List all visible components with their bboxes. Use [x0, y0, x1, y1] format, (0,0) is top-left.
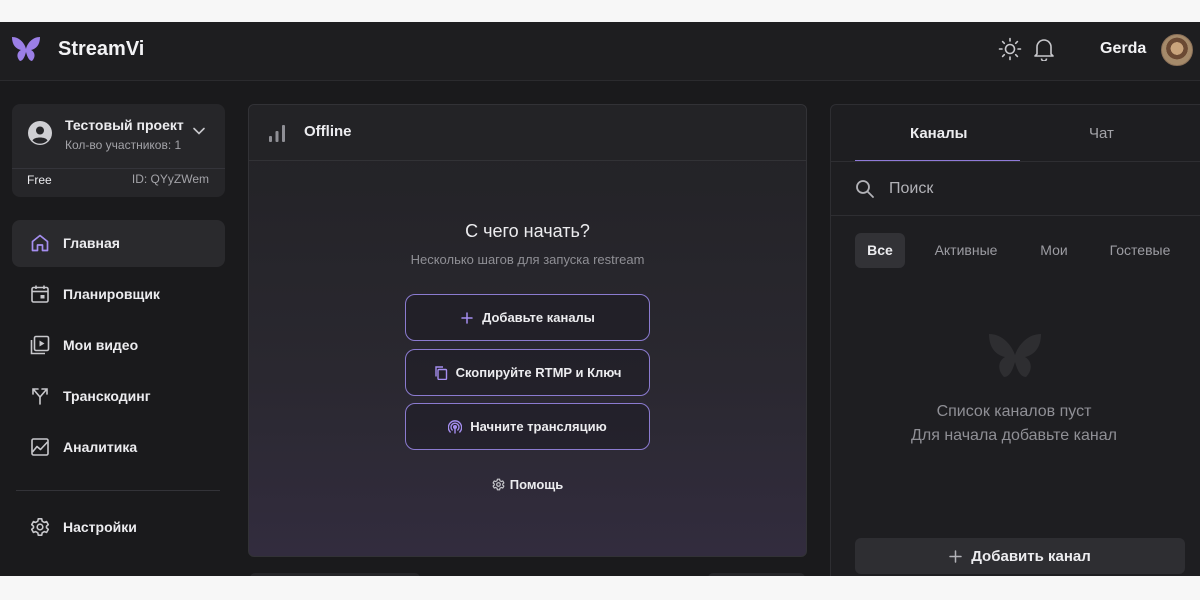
stream-status: Offline	[304, 123, 352, 140]
add-channel-button[interactable]: Добавить канал	[855, 538, 1185, 574]
lower-card-peek	[250, 573, 420, 576]
chart-icon	[31, 438, 49, 456]
plus-icon	[949, 549, 962, 563]
sidebar-item-transcoding[interactable]: Транскодинг	[12, 373, 225, 420]
sidebar-item-settings[interactable]: Настройки	[12, 504, 225, 551]
sidebar-item-label: Главная	[63, 235, 120, 251]
copy-icon	[434, 365, 447, 380]
plus-icon	[461, 311, 473, 324]
gear-icon	[30, 518, 50, 536]
sidebar-item-label: Аналитика	[63, 439, 138, 455]
sidebar-item-label: Транскодинг	[63, 388, 151, 404]
divider	[12, 168, 225, 169]
project-selector[interactable]: Тестовый проект Кол-во участников: 1 Fre…	[12, 104, 225, 197]
project-members-count: Кол-во участников: 1	[65, 138, 182, 152]
brand-name[interactable]: StreamVi	[58, 38, 144, 61]
top-bar: StreamVi Gerda	[0, 22, 1200, 81]
get-started-title: С чего начать?	[465, 221, 590, 241]
app-window: StreamVi Gerda Тестовый проект Кол-во уч…	[0, 22, 1200, 576]
user-avatar[interactable]	[1161, 34, 1193, 66]
project-id: ID: QYyZWem	[131, 172, 209, 186]
get-started-subtitle: Несколько шагов для запуска restream	[410, 252, 645, 267]
plan-badge: Free	[27, 173, 52, 187]
add-channel-label: Добавить канал	[971, 547, 1091, 565]
channels-panel: Каналы Чат Все Активные Мои Гостевые Спи…	[830, 104, 1200, 576]
help-link[interactable]: Помощь	[249, 477, 806, 492]
filter-guest[interactable]: Гостевые	[1107, 233, 1173, 268]
sidebar-item-my-videos[interactable]: Мои видео	[12, 322, 225, 369]
add-channels-label: Добавьте каналы	[482, 310, 595, 325]
copy-rtmp-key-button[interactable]: Скопируйте RTMP и Ключ	[405, 349, 650, 396]
sidebar-item-label: Мои видео	[63, 337, 139, 353]
copy-rtmp-key-label: Скопируйте RTMP и Ключ	[455, 365, 622, 380]
butterfly-logo-icon[interactable]	[10, 35, 42, 63]
home-icon	[31, 234, 49, 252]
divider	[831, 215, 1200, 216]
notifications-bell-icon[interactable]	[1033, 37, 1055, 61]
add-channels-button[interactable]: Добавьте каналы	[405, 294, 650, 341]
video-library-icon	[30, 335, 50, 355]
divider	[831, 161, 1200, 162]
lower-card-peek	[708, 573, 805, 576]
tab-channels[interactable]: Каналы	[910, 125, 967, 142]
channel-search-input[interactable]	[889, 177, 1189, 201]
chevron-down-icon[interactable]	[192, 124, 206, 138]
sidebar-item-scheduler[interactable]: Планировщик	[12, 271, 225, 318]
start-broadcast-label: Начните трансляцию	[470, 419, 607, 434]
sidebar-item-home[interactable]: Главная	[12, 220, 225, 267]
filter-all[interactable]: Все	[855, 233, 905, 268]
broadcast-icon	[448, 419, 463, 434]
empty-state-title: Список каналов пуст	[936, 403, 1092, 420]
signal-bars-icon	[269, 125, 285, 142]
filter-mine[interactable]: Мои	[1034, 233, 1074, 268]
stream-setup-panel: Offline С чего начать? Несколько шагов д…	[248, 104, 807, 557]
calendar-icon	[31, 285, 49, 303]
sidebar-item-label: Настройки	[63, 519, 137, 535]
sidebar-divider	[16, 490, 220, 491]
theme-toggle-sun-icon[interactable]	[998, 37, 1022, 61]
search-icon	[856, 180, 874, 198]
fork-icon	[32, 388, 48, 405]
tab-chat[interactable]: Чат	[1089, 125, 1114, 142]
filter-active[interactable]: Активные	[929, 233, 1003, 268]
empty-state-hint: Для начала добавьте канал	[911, 427, 1117, 444]
start-broadcast-button[interactable]: Начните трансляцию	[405, 403, 650, 450]
sidebar-item-label: Планировщик	[63, 286, 160, 302]
help-label: Помощь	[509, 477, 564, 492]
username[interactable]: Gerda	[1100, 40, 1146, 58]
sidebar-item-analytics[interactable]: Аналитика	[12, 424, 225, 471]
empty-state-logo-icon	[989, 334, 1041, 377]
project-name: Тестовый проект	[65, 117, 184, 133]
gear-icon	[492, 478, 505, 491]
project-user-icon	[28, 121, 52, 145]
stream-status-header: Offline	[249, 105, 806, 161]
